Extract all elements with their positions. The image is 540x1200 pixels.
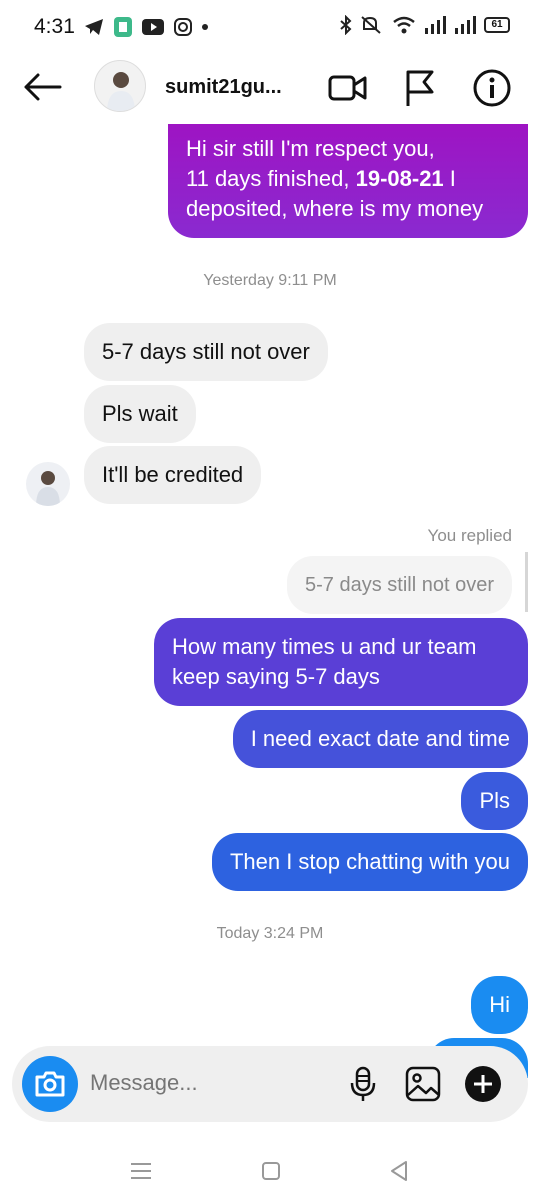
- bluetooth-icon: [340, 15, 352, 35]
- message-line: 11 days finished, 19-08-21 I: [186, 166, 456, 191]
- status-bar: 4:31 61: [0, 0, 540, 54]
- quoted-reply[interactable]: 5-7 days still not over: [287, 556, 512, 614]
- app-icon: [114, 17, 132, 37]
- chat-header: sumit21gu...: [0, 54, 540, 124]
- sent-message[interactable]: Hi: [471, 976, 528, 1034]
- received-message[interactable]: Pls wait: [84, 385, 196, 443]
- contact-name[interactable]: sumit21gu...: [165, 76, 282, 99]
- sent-message[interactable]: How many times u and ur team keep saying…: [154, 618, 528, 706]
- message-line: I need exact date and time: [250, 726, 510, 751]
- sender-avatar[interactable]: [26, 462, 70, 506]
- avatar-person-icon: [107, 72, 135, 111]
- system-nav-bar: [0, 1140, 540, 1200]
- signal-icon: [425, 16, 446, 34]
- flag-icon[interactable]: [400, 68, 440, 108]
- reply-indicator-bar: [525, 552, 528, 612]
- back-nav-icon[interactable]: [384, 1156, 414, 1186]
- sent-message[interactable]: I need exact date and time: [232, 710, 528, 768]
- gallery-icon[interactable]: [404, 1065, 442, 1103]
- camera-icon: [35, 1071, 65, 1097]
- sent-message[interactable]: Then I stop chatting with you: [211, 833, 528, 891]
- menu-icon[interactable]: [126, 1156, 156, 1186]
- info-icon[interactable]: [472, 68, 512, 108]
- received-message[interactable]: 5-7 days still not over: [84, 323, 328, 381]
- plus-icon[interactable]: [464, 1065, 502, 1103]
- youtube-icon: [142, 19, 164, 35]
- video-call-icon[interactable]: [328, 68, 368, 108]
- home-icon[interactable]: [256, 1156, 286, 1186]
- camera-button[interactable]: [22, 1056, 78, 1112]
- timestamp-yesterday: Yesterday 9:11 PM: [203, 272, 337, 289]
- message-line: Hi: [489, 992, 510, 1017]
- instagram-icon: [174, 18, 192, 36]
- battery-icon: 61: [484, 17, 510, 33]
- message-line: keep saying 5-7 days: [172, 664, 380, 689]
- message-line: deposited, where is my money: [186, 196, 484, 221]
- system-icons: 61: [340, 15, 510, 35]
- received-message[interactable]: It'll be credited: [84, 446, 262, 504]
- notification-icons: [84, 17, 208, 37]
- more-dot-icon: [202, 24, 208, 30]
- telegram-icon: [85, 19, 103, 35]
- avatar-person-icon: [36, 471, 60, 506]
- signal-icon-2: [455, 16, 476, 34]
- mute-icon: [361, 16, 381, 34]
- status-time: 4:31: [34, 15, 75, 38]
- message-input[interactable]: [90, 1070, 320, 1096]
- wifi-icon: [393, 16, 415, 34]
- message-line: How many times u and ur team: [172, 634, 477, 659]
- message-composer: [12, 1046, 528, 1122]
- sent-message[interactable]: Hi sir still I'm respect you, 11 days fi…: [168, 124, 528, 238]
- message-line: Hi sir still I'm respect you,: [186, 136, 435, 161]
- microphone-icon[interactable]: [344, 1065, 382, 1103]
- message-line: Pls: [479, 788, 510, 813]
- back-arrow-icon[interactable]: [22, 72, 62, 102]
- sent-message[interactable]: Pls: [461, 772, 528, 830]
- message-line: Then I stop chatting with you: [229, 849, 510, 874]
- reply-label: You replied: [427, 526, 512, 545]
- timestamp-today: Today 3:24 PM: [216, 925, 324, 942]
- contact-avatar[interactable]: [94, 60, 146, 112]
